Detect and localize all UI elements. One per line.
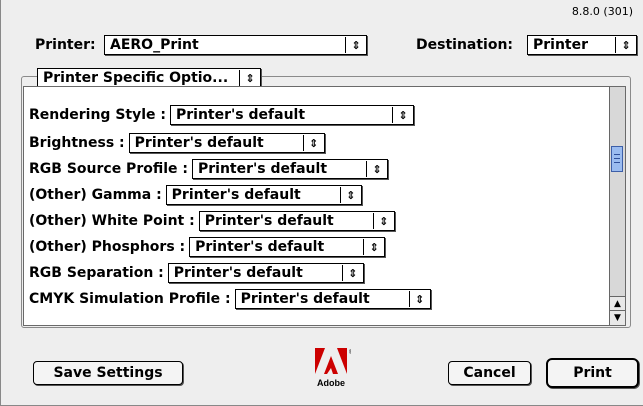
option-row: (Other) White Point : Printer's default … (29, 210, 395, 232)
section-select-value: Printer Specific Optio... (43, 70, 229, 86)
printer-select-value: AERO_Print (110, 37, 199, 53)
popup-arrows-icon: ⇕ (345, 37, 366, 53)
option-label: (Other) White Point : (29, 213, 195, 229)
option-label: (Other) Gamma : (29, 187, 162, 203)
popup-arrows-icon: ⇕ (392, 107, 413, 123)
options-list: Rendering Style : Printer's default ⇕ Br… (23, 86, 626, 326)
popup-arrows-icon: ⇕ (363, 239, 384, 255)
printer-label: Printer: (35, 37, 96, 53)
option-select[interactable]: Printer's default ⇕ (167, 263, 364, 283)
option-select[interactable]: Printer's default ⇕ (191, 159, 388, 179)
destination-select-value: Printer (533, 37, 589, 53)
option-row: CMYK Simulation Profile : Printer's defa… (29, 288, 431, 310)
version-label: 8.8.0 (301) (571, 5, 633, 18)
option-row: Rendering Style : Printer's default ⇕ (29, 104, 414, 126)
option-row: Brightness : Printer's default ⇕ (29, 132, 325, 154)
adobe-logo-text: Adobe (317, 378, 345, 388)
print-dialog: 8.8.0 (301) Printer: AERO_Print ⇕ Destin… (0, 0, 643, 406)
popup-arrows-icon: ⇕ (615, 37, 636, 53)
option-row: (Other) Gamma : Printer's default ⇕ (29, 184, 362, 206)
option-label: RGB Source Profile : (29, 161, 188, 177)
scroll-up-arrow-icon[interactable]: ▲ (610, 296, 625, 311)
option-select[interactable]: Printer's default ⇕ (165, 185, 362, 205)
popup-arrows-icon: ⇕ (339, 187, 361, 203)
printer-select[interactable]: AERO_Print ⇕ (104, 35, 367, 55)
option-select[interactable]: Printer's default ⇕ (189, 237, 386, 257)
option-row: RGB Source Profile : Printer's default ⇕ (29, 158, 388, 180)
adobe-logo-icon: Adobe ® (315, 348, 351, 388)
scroll-thumb[interactable] (611, 146, 623, 172)
option-row: (Other) Phosphors : Printer's default ⇕ (29, 236, 386, 258)
option-select[interactable]: Printer's default ⇕ (198, 211, 395, 231)
popup-arrows-icon: ⇕ (408, 291, 430, 307)
popup-arrows-icon: ⇕ (341, 265, 363, 281)
cancel-button[interactable]: Cancel (448, 361, 531, 385)
popup-arrows-icon: ⇕ (365, 161, 387, 177)
section-select[interactable]: Printer Specific Optio... ⇕ (37, 68, 261, 88)
option-label: (Other) Phosphors : (29, 239, 186, 255)
vertical-scrollbar[interactable]: ▲ ▼ (609, 87, 625, 325)
popup-arrows-icon: ⇕ (302, 135, 324, 151)
svg-text:®: ® (349, 349, 351, 356)
option-label: Brightness : (29, 135, 125, 151)
destination-label: Destination: (416, 37, 514, 53)
option-value: Printer's default (134, 135, 264, 151)
option-select[interactable]: Printer's default ⇕ (170, 105, 414, 125)
option-label: RGB Separation : (29, 265, 164, 281)
option-value: Printer's default (173, 265, 303, 281)
destination-select[interactable]: Printer ⇕ (527, 35, 637, 55)
option-value: Printer's default (197, 161, 328, 177)
option-select[interactable]: Printer's default ⇕ (128, 133, 325, 153)
option-value: Printer's default (204, 213, 334, 229)
option-row: RGB Separation : Printer's default ⇕ (29, 262, 364, 284)
option-select[interactable]: Printer's default ⇕ (234, 289, 431, 309)
scroll-down-arrow-icon[interactable]: ▼ (610, 310, 625, 325)
popup-arrows-icon: ⇕ (372, 213, 394, 229)
option-value: Printer's default (195, 239, 325, 255)
option-value: Printer's default (240, 291, 370, 307)
option-label: CMYK Simulation Profile : (29, 291, 231, 307)
option-label: Rendering Style : (29, 107, 166, 123)
print-button[interactable]: Print (546, 358, 639, 388)
save-settings-button[interactable]: Save Settings (33, 361, 183, 385)
popup-arrows-icon: ⇕ (239, 70, 260, 86)
option-value: Printer's default (176, 107, 306, 123)
option-value: Printer's default (171, 187, 301, 203)
